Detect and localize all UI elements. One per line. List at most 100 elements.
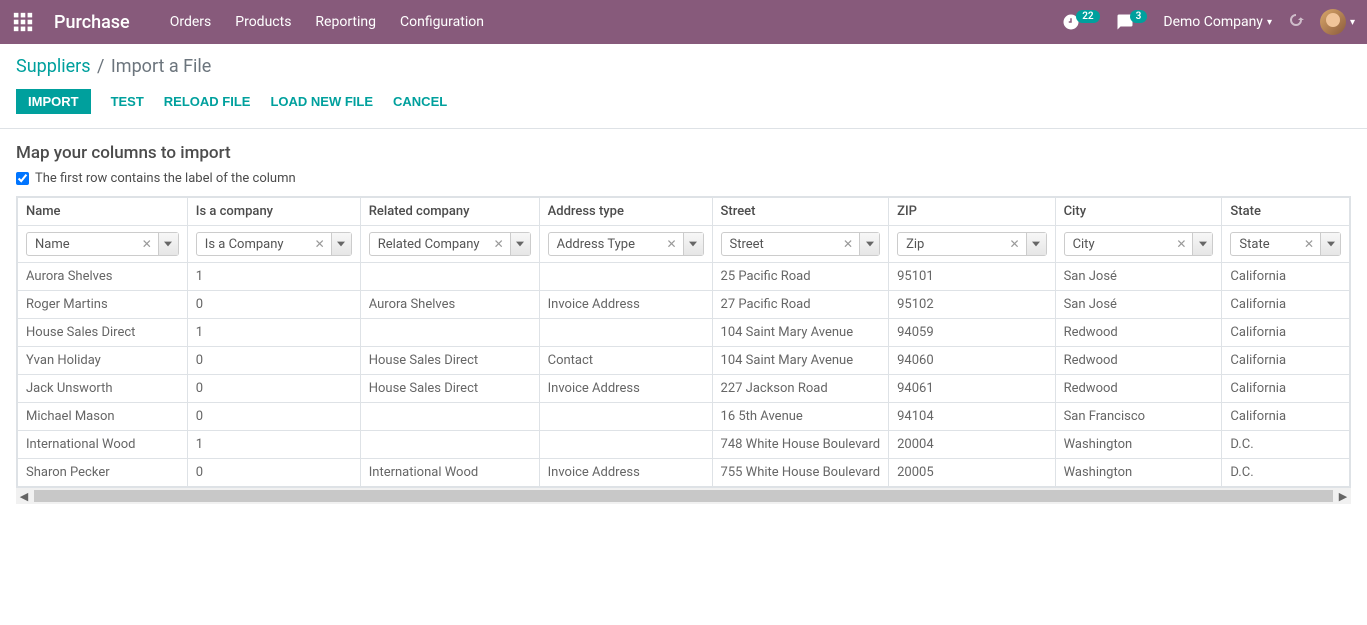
field-selector[interactable]: State✕	[1230, 232, 1341, 256]
horizontal-scrollbar[interactable]: ◀ ▶	[16, 488, 1351, 504]
clear-field-icon[interactable]: ✕	[136, 237, 158, 251]
field-selector[interactable]: City✕	[1064, 232, 1214, 256]
messages-button[interactable]: 3	[1116, 13, 1148, 31]
table-cell	[539, 319, 712, 347]
user-menu[interactable]: ▾	[1320, 9, 1355, 35]
menu-products[interactable]: Products	[235, 14, 291, 30]
import-table-wrap: NameIs a companyRelated companyAddress t…	[16, 196, 1351, 488]
dropdown-toggle[interactable]	[331, 233, 351, 255]
reload-file-button[interactable]: RELOAD FILE	[164, 89, 251, 114]
debug-icon[interactable]	[1288, 12, 1304, 32]
table-cell: 1	[187, 431, 360, 459]
first-row-label[interactable]: The first row contains the label of the …	[35, 171, 296, 186]
clear-field-icon[interactable]: ✕	[660, 237, 682, 251]
menu-configuration[interactable]: Configuration	[400, 14, 484, 30]
field-map-cell: Street✕	[712, 226, 889, 263]
activities-button[interactable]: 22	[1062, 13, 1099, 31]
field-map-cell: Is a Company✕	[187, 226, 360, 263]
table-cell: 94059	[889, 319, 1055, 347]
company-name: Demo Company	[1163, 14, 1263, 30]
table-cell: 0	[187, 291, 360, 319]
table-cell: D.C.	[1222, 459, 1350, 487]
table-cell	[539, 431, 712, 459]
import-content: Map your columns to import The first row…	[0, 129, 1367, 518]
column-header: City	[1055, 198, 1222, 226]
clear-field-icon[interactable]: ✕	[488, 237, 510, 251]
table-cell: 0	[187, 375, 360, 403]
table-cell: 755 White House Boulevard	[712, 459, 889, 487]
scroll-track[interactable]	[34, 490, 1333, 502]
table-cell: House Sales Direct	[360, 347, 539, 375]
column-header: Address type	[539, 198, 712, 226]
field-selector-value: Related Company	[370, 237, 488, 252]
table-cell: Aurora Shelves	[18, 263, 188, 291]
first-row-checkbox[interactable]	[16, 172, 29, 185]
field-selector[interactable]: Street✕	[721, 232, 881, 256]
table-row: Roger Martins0Aurora ShelvesInvoice Addr…	[18, 291, 1350, 319]
import-button[interactable]: IMPORT	[16, 89, 91, 114]
dropdown-toggle[interactable]	[1026, 233, 1046, 255]
field-selector-value: State	[1231, 237, 1298, 252]
menu-reporting[interactable]: Reporting	[315, 14, 376, 30]
table-cell: Redwood	[1055, 319, 1222, 347]
field-selector[interactable]: Related Company✕	[369, 232, 531, 256]
dropdown-toggle[interactable]	[1320, 233, 1340, 255]
table-field-map-row: Name✕Is a Company✕Related Company✕Addres…	[18, 226, 1350, 263]
table-cell: Contact	[539, 347, 712, 375]
dropdown-toggle[interactable]	[859, 233, 879, 255]
field-map-cell: State✕	[1222, 226, 1350, 263]
test-button[interactable]: TEST	[111, 89, 144, 114]
table-cell: San José	[1055, 263, 1222, 291]
field-selector[interactable]: Is a Company✕	[196, 232, 352, 256]
table-cell: 94060	[889, 347, 1055, 375]
table-row: Aurora Shelves125 Pacific Road95101San J…	[18, 263, 1350, 291]
action-bar: IMPORT TEST RELOAD FILE LOAD NEW FILE CA…	[0, 85, 1367, 129]
field-selector-value: Name	[27, 237, 136, 252]
field-selector-value: Zip	[898, 237, 1003, 252]
table-cell: 1	[187, 263, 360, 291]
scroll-right-arrow[interactable]: ▶	[1335, 490, 1351, 503]
messages-count: 3	[1130, 10, 1148, 23]
menu-orders[interactable]: Orders	[170, 14, 212, 30]
table-cell: 20004	[889, 431, 1055, 459]
table-cell: Redwood	[1055, 347, 1222, 375]
table-cell: 104 Saint Mary Avenue	[712, 347, 889, 375]
table-cell: California	[1222, 263, 1350, 291]
table-cell: House Sales Direct	[360, 375, 539, 403]
table-cell: 27 Pacific Road	[712, 291, 889, 319]
column-header: Related company	[360, 198, 539, 226]
field-selector[interactable]: Zip✕	[897, 232, 1046, 256]
company-switcher[interactable]: Demo Company ▾	[1163, 14, 1272, 30]
field-map-cell: City✕	[1055, 226, 1222, 263]
field-selector[interactable]: Address Type✕	[548, 232, 704, 256]
table-cell: Sharon Pecker	[18, 459, 188, 487]
clear-field-icon[interactable]: ✕	[309, 237, 331, 251]
field-selector[interactable]: Name✕	[26, 232, 179, 256]
clear-field-icon[interactable]: ✕	[1004, 237, 1026, 251]
table-cell: California	[1222, 347, 1350, 375]
table-cell	[360, 403, 539, 431]
dropdown-toggle[interactable]	[510, 233, 530, 255]
clear-field-icon[interactable]: ✕	[837, 237, 859, 251]
dropdown-toggle[interactable]	[158, 233, 178, 255]
dropdown-toggle[interactable]	[1192, 233, 1212, 255]
table-cell: Invoice Address	[539, 375, 712, 403]
table-row: Sharon Pecker0International WoodInvoice …	[18, 459, 1350, 487]
table-cell: 227 Jackson Road	[712, 375, 889, 403]
cancel-button[interactable]: CANCEL	[393, 89, 447, 114]
table-cell: California	[1222, 375, 1350, 403]
table-cell: 94061	[889, 375, 1055, 403]
clear-field-icon[interactable]: ✕	[1170, 237, 1192, 251]
column-header: State	[1222, 198, 1350, 226]
apps-icon[interactable]	[12, 11, 34, 33]
clear-field-icon[interactable]: ✕	[1298, 237, 1320, 251]
table-cell: Washington	[1055, 431, 1222, 459]
table-cell: 20005	[889, 459, 1055, 487]
breadcrumb-root[interactable]: Suppliers	[16, 56, 91, 77]
column-header: ZIP	[889, 198, 1055, 226]
table-cell: San José	[1055, 291, 1222, 319]
load-new-file-button[interactable]: LOAD NEW FILE	[270, 89, 373, 114]
scroll-left-arrow[interactable]: ◀	[16, 490, 32, 503]
dropdown-toggle[interactable]	[683, 233, 703, 255]
table-row: Yvan Holiday0House Sales DirectContact10…	[18, 347, 1350, 375]
